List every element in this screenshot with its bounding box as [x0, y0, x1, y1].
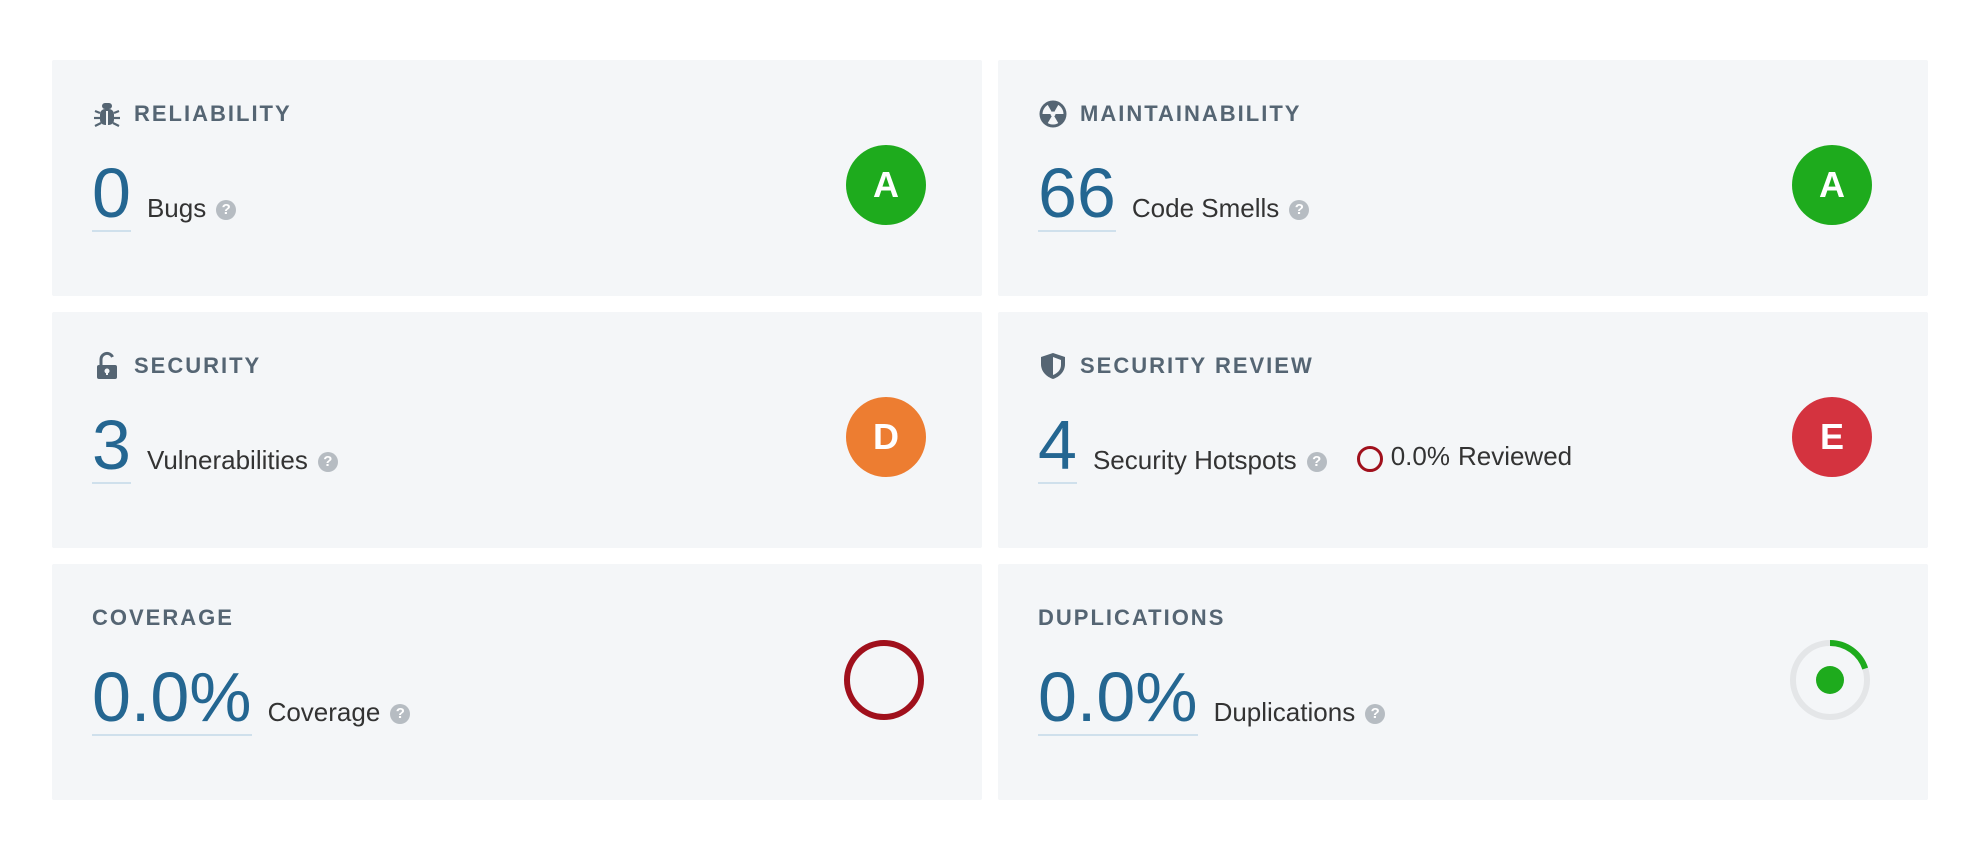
security-metric: 3 Vulnerabilities ? — [92, 410, 338, 484]
bug-icon — [94, 103, 120, 127]
security-hotspots-count-link[interactable]: 4 — [1038, 410, 1077, 484]
security-title: SECURITY — [134, 353, 262, 378]
hotspots-reviewed[interactable]: 0.0% Reviewed — [1356, 440, 1573, 472]
coverage-help-icon[interactable]: ? — [390, 704, 411, 724]
maintainability-metric: 66 Code Smells ? — [1038, 158, 1310, 232]
security-header: SECURITY — [92, 346, 261, 386]
duplications-title: DUPLICATIONS — [1038, 605, 1226, 630]
duplications-header: DUPLICATIONS — [1038, 598, 1225, 638]
security-hotspots-label: Security Hotspots — [1092, 445, 1297, 475]
security-review-metric: 4 Security Hotspots ? 0.0% Reviewed — [1038, 410, 1572, 484]
security-review-title: SECURITY REVIEW — [1080, 353, 1314, 378]
bugs-help-icon[interactable]: ? — [216, 200, 237, 220]
maintainability-rating-badge[interactable]: A — [1792, 145, 1872, 225]
shield-icon — [1041, 353, 1065, 379]
maintainability-header: MAINTAINABILITY — [1038, 94, 1301, 134]
code-smell-icon — [1039, 100, 1067, 128]
duplications-arc — [1829, 640, 1869, 670]
bugs-label: Bugs — [146, 193, 207, 223]
reviewed-percent: 0.0% — [1390, 440, 1450, 471]
reliability-title: RELIABILITY — [134, 101, 292, 126]
vulnerabilities-label: Vulnerabilities — [146, 445, 308, 475]
code-smells-help-icon[interactable]: ? — [1289, 200, 1310, 220]
coverage-ring — [844, 640, 924, 720]
bugs-count-link[interactable]: 0 — [92, 158, 131, 232]
unlocked-padlock-icon — [97, 351, 117, 379]
duplications-help-icon[interactable]: ? — [1365, 704, 1386, 724]
security-review-rating-badge[interactable]: E — [1792, 397, 1872, 477]
maintainability-title: MAINTAINABILITY — [1080, 101, 1302, 126]
duplications-donut-chart[interactable] — [1788, 638, 1872, 722]
coverage-metric: 0.0% Coverage ? — [92, 662, 411, 736]
reliability-card: RELIABILITY 0 Bugs ? A — [52, 60, 982, 296]
reliability-metric: 0 Bugs ? — [92, 158, 237, 232]
vulnerabilities-count-link[interactable]: 3 — [92, 410, 131, 484]
coverage-header: COVERAGE — [92, 598, 234, 638]
code-smells-count-link[interactable]: 66 — [1038, 158, 1116, 232]
coverage-card: COVERAGE 0.0% Coverage ? — [52, 564, 982, 800]
duplications-card: DUPLICATIONS 0.0% Duplications ? — [998, 564, 1928, 800]
reliability-rating-badge[interactable]: A — [846, 145, 926, 225]
coverage-title: COVERAGE — [92, 605, 234, 630]
duplications-center-dot — [1816, 666, 1844, 694]
coverage-donut-chart[interactable] — [842, 638, 926, 722]
reviewed-label: Reviewed — [1457, 440, 1573, 471]
reliability-header: RELIABILITY — [92, 94, 292, 134]
coverage-value-link[interactable]: 0.0% — [92, 662, 252, 736]
duplications-metric: 0.0% Duplications ? — [1038, 662, 1386, 736]
security-hotspots-help-icon[interactable]: ? — [1306, 452, 1327, 472]
measures-overview: RELIABILITY 0 Bugs ? A MAINTAINABILITY 6… — [52, 60, 1928, 800]
security-review-card: SECURITY REVIEW 4 Security Hotspots ? 0.… — [998, 312, 1928, 548]
duplications-label: Duplications — [1213, 697, 1356, 727]
security-review-header: SECURITY REVIEW — [1038, 346, 1314, 386]
security-card: SECURITY 3 Vulnerabilities ? D — [52, 312, 982, 548]
security-rating-badge[interactable]: D — [846, 397, 926, 477]
coverage-label: Coverage — [267, 697, 381, 727]
code-smells-label: Code Smells — [1131, 193, 1280, 223]
reviewed-ring-icon — [1356, 446, 1383, 472]
maintainability-card: MAINTAINABILITY 66 Code Smells ? A — [998, 60, 1928, 296]
duplications-value-link[interactable]: 0.0% — [1038, 662, 1198, 736]
vulnerabilities-help-icon[interactable]: ? — [317, 452, 338, 472]
